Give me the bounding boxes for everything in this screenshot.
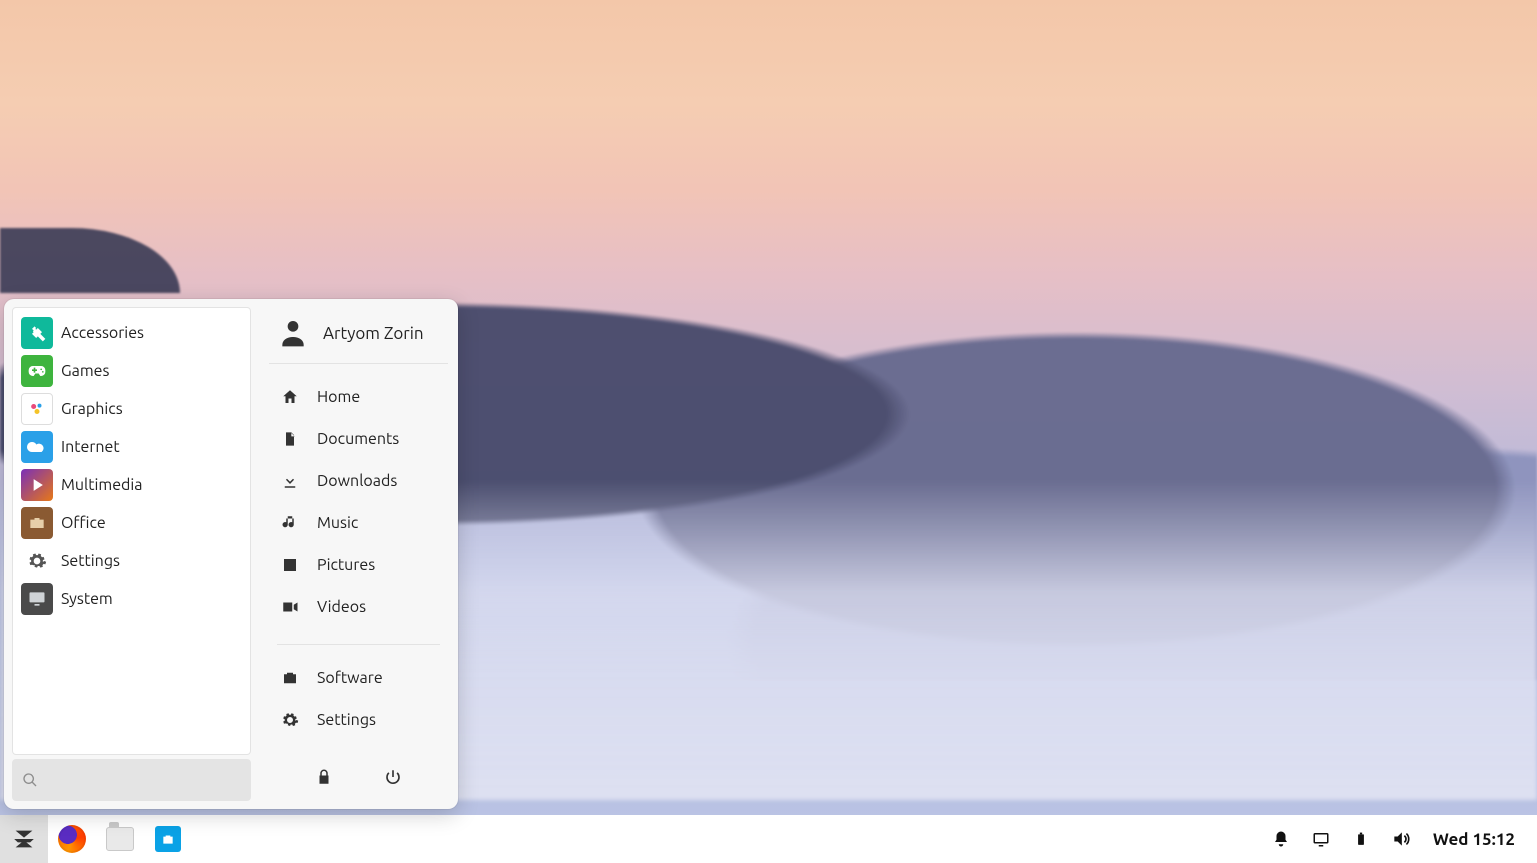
place-pictures[interactable]: Pictures <box>269 544 448 586</box>
games-icon <box>21 355 53 387</box>
category-multimedia[interactable]: Multimedia <box>17 466 246 504</box>
lock-button[interactable] <box>304 757 344 797</box>
place-label: Documents <box>317 430 399 448</box>
battery-icon <box>1354 829 1368 849</box>
search-input[interactable] <box>46 771 241 789</box>
category-system[interactable]: System <box>17 580 246 618</box>
sound-button[interactable] <box>1383 815 1419 863</box>
category-accessories[interactable]: Accessories <box>17 314 246 352</box>
category-list: Accessories Games Graphics Internet <box>12 307 251 755</box>
user-account-button[interactable]: Artyom Zorin <box>269 313 448 364</box>
shortcut-settings[interactable]: Settings <box>269 699 448 741</box>
category-label: Games <box>61 362 109 380</box>
bell-icon <box>1272 830 1290 848</box>
zorin-logo-icon <box>10 825 38 853</box>
volume-icon <box>1391 829 1411 849</box>
place-label: Videos <box>317 598 366 616</box>
user-avatar-icon <box>277 317 309 349</box>
taskbar: Wed 15:12 <box>0 815 1537 863</box>
divider <box>277 644 440 645</box>
files-icon <box>106 825 134 853</box>
system-icon <box>21 583 53 615</box>
category-settings[interactable]: Settings <box>17 542 246 580</box>
pictures-icon <box>279 556 301 574</box>
software-launcher[interactable] <box>144 815 192 863</box>
document-icon <box>279 430 301 448</box>
gear-icon <box>279 711 301 729</box>
start-menu-left: Accessories Games Graphics Internet <box>4 299 259 809</box>
download-icon <box>279 472 301 490</box>
settings-icon <box>21 545 53 577</box>
video-icon <box>279 598 301 616</box>
session-row <box>269 749 448 801</box>
shortcut-software[interactable]: Software <box>269 657 448 699</box>
place-music[interactable]: Music <box>269 502 448 544</box>
firefox-icon <box>58 825 86 853</box>
category-office[interactable]: Office <box>17 504 246 542</box>
internet-icon <box>21 431 53 463</box>
accessories-icon <box>21 317 53 349</box>
display-icon <box>1312 830 1330 848</box>
place-home[interactable]: Home <box>269 376 448 418</box>
category-label: Multimedia <box>61 476 143 494</box>
search-field-wrap[interactable] <box>12 759 251 801</box>
shortcut-label: Settings <box>317 711 376 729</box>
places-list: Home Documents Downloads Music Pictures … <box>269 364 448 640</box>
music-icon <box>279 514 301 532</box>
firefox-launcher[interactable] <box>48 815 96 863</box>
category-graphics[interactable]: Graphics <box>17 390 246 428</box>
wallpaper-hill <box>0 228 180 293</box>
software-icon <box>279 669 301 687</box>
lock-icon <box>315 768 333 786</box>
graphics-icon <box>21 393 53 425</box>
category-label: Internet <box>61 438 120 456</box>
taskbar-right: Wed 15:12 <box>1263 815 1531 863</box>
system-shortcuts: Software Settings <box>269 649 448 749</box>
place-label: Music <box>317 514 358 532</box>
software-center-icon <box>154 825 182 853</box>
home-icon <box>279 388 301 406</box>
display-button[interactable] <box>1303 815 1339 863</box>
place-videos[interactable]: Videos <box>269 586 448 628</box>
clock[interactable]: Wed 15:12 <box>1423 830 1525 849</box>
power-icon <box>384 768 402 786</box>
multimedia-icon <box>21 469 53 501</box>
notifications-button[interactable] <box>1263 815 1299 863</box>
files-launcher[interactable] <box>96 815 144 863</box>
shortcut-label: Software <box>317 669 383 687</box>
category-label: Accessories <box>61 324 144 342</box>
power-button[interactable] <box>373 757 413 797</box>
battery-button[interactable] <box>1343 815 1379 863</box>
category-label: Graphics <box>61 400 123 418</box>
category-label: Office <box>61 514 106 532</box>
taskbar-left <box>0 815 192 863</box>
place-downloads[interactable]: Downloads <box>269 460 448 502</box>
place-label: Pictures <box>317 556 375 574</box>
place-label: Home <box>317 388 360 406</box>
user-name-label: Artyom Zorin <box>323 324 424 343</box>
place-label: Downloads <box>317 472 397 490</box>
office-icon <box>21 507 53 539</box>
category-internet[interactable]: Internet <box>17 428 246 466</box>
search-icon <box>22 771 38 789</box>
place-documents[interactable]: Documents <box>269 418 448 460</box>
start-menu-right: Artyom Zorin Home Documents Downloads Mu… <box>259 299 458 809</box>
category-label: Settings <box>61 552 120 570</box>
category-games[interactable]: Games <box>17 352 246 390</box>
start-menu: Accessories Games Graphics Internet <box>4 299 458 809</box>
category-label: System <box>61 590 113 608</box>
start-button[interactable] <box>0 815 48 863</box>
